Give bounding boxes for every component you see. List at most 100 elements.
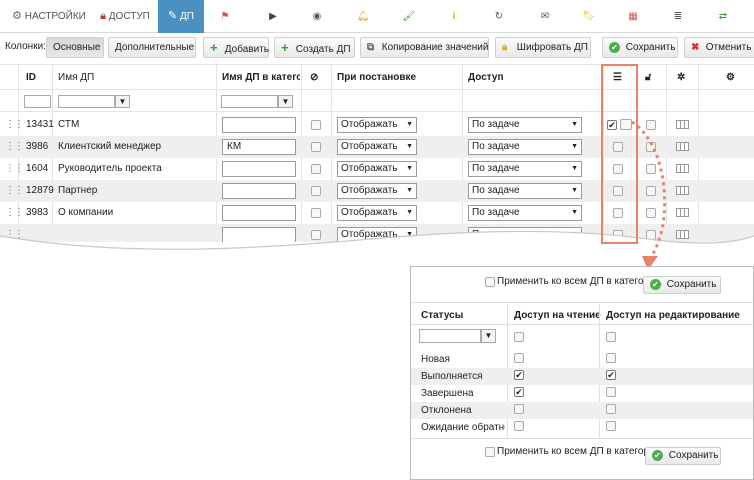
drag-handle-icon[interactable]: ⋮⋮ [5,114,24,136]
unlock-icon[interactable]: 🔓︎ [645,72,651,83]
calendar-icon[interactable]: ▦ [622,0,644,33]
apply-all-checkbox-bottom[interactable] [485,447,495,457]
edit-checkbox[interactable]: ✔ [606,370,616,380]
edit-checkbox[interactable] [606,404,616,414]
close-icon: ✖ [691,42,700,53]
filter-icon[interactable]: ▼ [278,95,293,108]
access-select[interactable]: По задаче ▼ [468,183,582,199]
filter-icon[interactable]: ▼ [115,95,130,108]
edit-checkbox[interactable] [606,387,616,397]
nav-access[interactable]: 🔒︎ ДОСТУП [96,0,154,33]
eye-icon[interactable]: ◉ [306,0,328,33]
status-row: Завершена ✔ [411,385,753,402]
lock-icon: 🔒︎ [502,42,508,53]
create-dp-button[interactable]: + Создать ДП [274,37,355,58]
caret-icon: ▼ [406,121,413,128]
edit-checkbox[interactable] [606,353,616,363]
hide-checkbox[interactable] [311,164,321,174]
read-checkbox[interactable] [514,421,524,431]
name-filter-input[interactable] [58,95,115,108]
read-checkbox[interactable]: ✔ [514,387,524,397]
on-setting-select[interactable]: Отображать ▼ [337,139,417,155]
id-filter-input[interactable] [24,95,51,108]
header-name[interactable]: Имя ДП [58,72,94,83]
refresh-icon[interactable]: ↻ [488,0,510,33]
caret-icon: ▼ [406,187,413,194]
mail-icon[interactable]: ✉ [534,0,556,33]
filter-icon[interactable]: ▼ [481,329,496,343]
caret-icon: ▼ [571,209,578,216]
category-name-input[interactable] [222,161,296,177]
cancel-button[interactable]: ✖ Отменить [684,37,754,58]
add-button[interactable]: + Добавить [203,37,269,58]
info-icon[interactable]: i [443,0,465,33]
caret-icon: ▼ [406,143,413,150]
read-checkbox[interactable] [514,404,524,414]
popup-save-button-bottom[interactable]: ✔ Сохранить [645,447,721,465]
nav-access-label: ДОСТУП [108,11,150,22]
copy-values-button[interactable]: ⧉ Копирование значений [360,37,489,58]
status-row: Отклонена [411,402,753,419]
drag-handle-icon[interactable]: ⋮⋮ [5,136,24,158]
select-value: Отображать [341,163,398,174]
on-setting-select[interactable]: Отображать ▼ [337,183,417,199]
caret-icon: ▼ [571,121,578,128]
edit-checkbox[interactable] [606,421,616,431]
header-category-name[interactable]: Имя ДП в катего [222,72,300,83]
on-setting-select[interactable]: Отображать ▼ [337,117,417,133]
category-name-input[interactable] [222,205,296,221]
status-filter-input[interactable] [419,329,481,343]
hide-checkbox[interactable] [311,142,321,152]
read-checkbox[interactable] [514,353,524,363]
encrypt-dp-button[interactable]: 🔒︎ Шифровать ДП [495,37,591,58]
header-on-setting[interactable]: При постановке [337,72,416,83]
flag-icon[interactable]: ⚑ [214,0,236,33]
status-name: Отклонена [421,405,472,416]
on-setting-select[interactable]: Отображать ▼ [337,161,417,177]
read-checkbox[interactable]: ✔ [514,370,524,380]
caret-icon: ▼ [571,187,578,194]
nav-dp-label: ДП [180,11,194,22]
save-label: Сохранить [625,42,676,53]
access-select[interactable]: По задаче ▼ [468,205,582,221]
header-id[interactable]: ID [26,72,36,83]
header-access[interactable]: Доступ [468,72,504,83]
hide-checkbox[interactable] [311,208,321,218]
save-button[interactable]: ✔ Сохранить [602,37,678,58]
settings-icon[interactable]: ✲ [677,72,685,83]
bell-icon[interactable]: 🔔︎ [352,0,374,33]
basic-columns-button[interactable]: Основные [46,37,104,58]
drag-handle-icon[interactable]: ⋮⋮ [5,202,24,224]
caret-icon: ▼ [571,165,578,172]
status-name: Выполняется [421,371,483,382]
nav-settings[interactable]: ⚙ НАСТРОЙКИ [10,0,88,33]
cogs-icon[interactable]: ⚙ [726,72,735,83]
access-select[interactable]: По задаче ▼ [468,161,582,177]
apply-all-checkbox-top[interactable] [485,277,495,287]
category-name-input[interactable] [222,183,296,199]
brush-icon[interactable]: 🖌︎ [398,0,420,33]
bookmark-icon[interactable]: 🔖︎ [578,0,600,33]
cancel-label: Отменить [705,42,752,53]
drag-handle-icon[interactable]: ⋮⋮ [5,158,24,180]
eye-off-icon[interactable]: ⊘ [310,72,318,83]
select-value: По задаче [472,163,520,174]
access-select[interactable]: По задаче ▼ [468,139,582,155]
hide-checkbox[interactable] [311,186,321,196]
edit-all-checkbox[interactable] [606,332,616,342]
nav-dp[interactable]: ✎ ДП [158,0,204,33]
category-name-input[interactable]: КМ [222,139,296,155]
row-id: 3983 [26,207,49,218]
sync-icon[interactable]: ⇄ [712,0,734,33]
category-name-input[interactable] [222,117,296,133]
play-icon[interactable]: ▶ [262,0,284,33]
popup-save-button-top[interactable]: ✔ Сохранить [643,276,721,294]
read-all-checkbox[interactable] [514,332,524,342]
additional-columns-button[interactable]: Дополнительные [108,37,196,58]
on-setting-select[interactable]: Отображать ▼ [337,205,417,221]
category-filter-input[interactable] [221,95,278,108]
access-select[interactable]: По задаче ▼ [468,117,582,133]
drag-handle-icon[interactable]: ⋮⋮ [5,180,24,202]
database-icon[interactable]: ≣ [667,0,689,33]
hide-checkbox[interactable] [311,120,321,130]
